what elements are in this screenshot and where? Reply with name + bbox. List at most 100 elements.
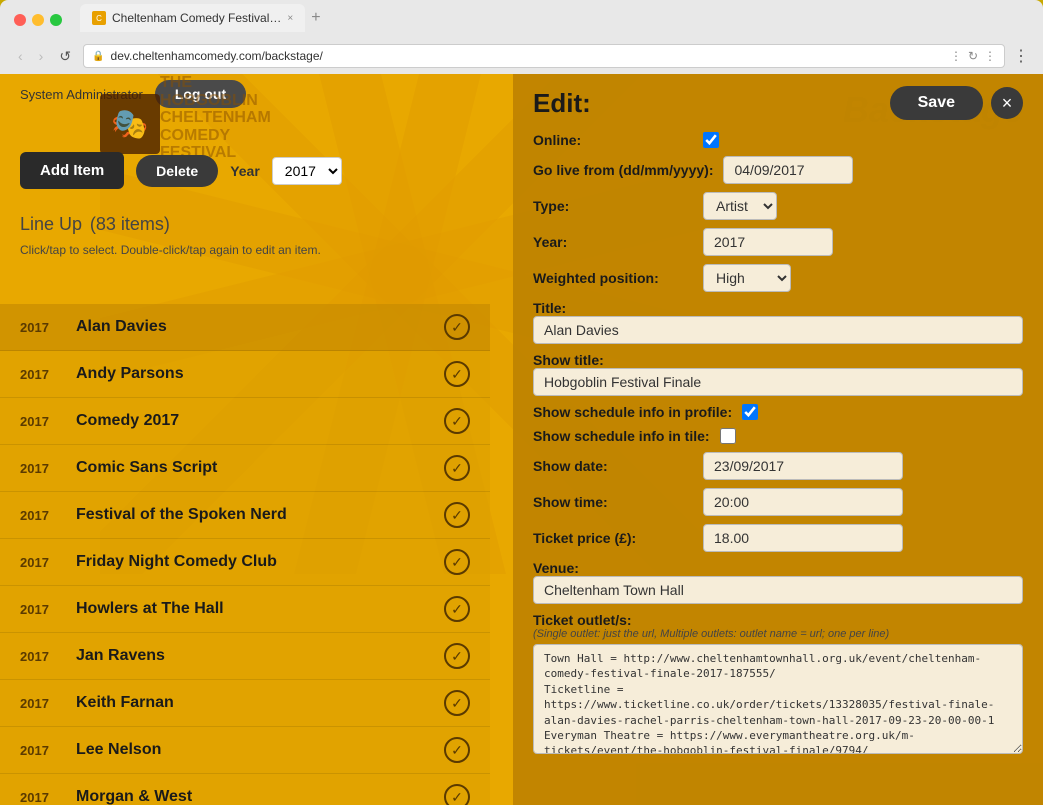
tab-title: Cheltenham Comedy Festival… — [112, 11, 281, 25]
save-button[interactable]: Save — [890, 86, 983, 120]
lineup-heading: Line Up (83 items) — [20, 205, 470, 237]
list-item[interactable]: 2017Comedy 2017✓ — [0, 398, 490, 445]
item-name: Alan Davies — [76, 318, 428, 336]
list-item[interactable]: 2017Jan Ravens✓ — [0, 633, 490, 680]
edit-panel: Edit: Save × Online: Go live from (dd/mm… — [513, 74, 1043, 805]
main-content: System Administrator Log out Backstage T… — [0, 74, 1043, 805]
left-panel: THE HOBGOBLIN CHELTENHAM COMEDY FESTIVAL… — [0, 74, 490, 805]
online-checkbox[interactable] — [703, 132, 719, 148]
refresh-button[interactable]: ↺ — [55, 46, 75, 67]
show-time-input[interactable] — [703, 488, 903, 516]
list-item[interactable]: 2017Morgan & West✓ — [0, 774, 490, 805]
item-checkmark: ✓ — [444, 737, 470, 763]
back-button[interactable]: ‹ — [14, 46, 27, 66]
list-item[interactable]: 2017 Keith Farnan ✓ — [0, 680, 490, 727]
item-checkmark: ✓ — [444, 549, 470, 575]
toolbar: Add Item Delete Year 2017 2016 2015 — [0, 144, 490, 197]
item-name: Andy Parsons — [76, 365, 428, 383]
item-checkmark: ✓ — [444, 361, 470, 387]
title-input[interactable] — [533, 316, 1023, 344]
schedule-tile-checkbox[interactable] — [720, 428, 736, 444]
list-item[interactable]: 2017Howlers at The Hall✓ — [0, 586, 490, 633]
list-item[interactable]: 2017 Andy Parsons ✓ — [0, 351, 490, 398]
tab-close-btn[interactable]: × — [287, 13, 293, 24]
go-live-input[interactable] — [723, 156, 853, 184]
ticket-outlet-row: Ticket outlet/s: (Single outlet: just th… — [533, 612, 1023, 759]
list-item[interactable]: 2017 Comic Sans Script ✓ — [0, 445, 490, 492]
list-item[interactable]: 2017Festival of the Spoken Nerd✓ — [0, 492, 490, 539]
tab-favicon: C — [92, 11, 106, 25]
item-name: Jan Ravens — [76, 647, 428, 665]
browser-chrome: C Cheltenham Comedy Festival… × + ‹ › ↺ … — [0, 0, 1043, 74]
schedule-tile-row: Show schedule info in tile: — [533, 428, 1023, 444]
item-name: Festival of the Spoken Nerd — [76, 506, 428, 524]
item-checkmark: ✓ — [444, 455, 470, 481]
year-select[interactable]: 2017 2016 2015 — [272, 157, 342, 185]
ticket-outlet-textarea[interactable]: Town Hall = http://www.cheltenhamtownhal… — [533, 644, 1023, 754]
item-year: 2017 — [20, 555, 60, 570]
online-row: Online: — [533, 132, 1023, 148]
list-container[interactable]: 2017 Alan Davies ✓ 2017 Andy Parsons ✓ 2017 Com… — [0, 304, 490, 805]
add-item-button[interactable]: Add Item — [20, 152, 124, 189]
tab-bar: C Cheltenham Comedy Festival… × + — [80, 4, 327, 32]
item-year: 2017 — [20, 696, 60, 711]
traffic-lights — [14, 14, 62, 26]
year-input[interactable] — [703, 228, 833, 256]
address-bar[interactable]: 🔒 dev.cheltenhamcomedy.com/backstage/ ⋮ … — [83, 44, 1005, 68]
list-item[interactable]: 2017Friday Night Comedy Club✓ — [0, 539, 490, 586]
item-checkmark: ✓ — [444, 596, 470, 622]
show-date-row: Show date: — [533, 452, 1023, 480]
venue-row: Venue: — [533, 560, 1023, 604]
item-year: 2017 — [20, 461, 60, 476]
item-name: Morgan & West — [76, 788, 428, 805]
title-label: Title: — [533, 300, 1023, 316]
minimize-traffic-light[interactable] — [32, 14, 44, 26]
menu-icon[interactable]: ⋮ — [984, 49, 996, 63]
item-year: 2017 — [20, 367, 60, 382]
type-row: Type: Artist Show Event — [533, 192, 1023, 220]
ticket-price-label: Ticket price (£): — [533, 530, 693, 546]
show-title-label: Show title: — [533, 352, 1023, 368]
new-tab-button[interactable]: + — [305, 9, 326, 27]
item-name: Comic Sans Script — [76, 459, 428, 477]
delete-button[interactable]: Delete — [136, 155, 218, 187]
schedule-profile-checkbox[interactable] — [742, 404, 758, 420]
item-name: Howlers at The Hall — [76, 600, 428, 618]
lineup-hint: Click/tap to select. Double-click/tap ag… — [0, 241, 490, 265]
venue-label: Venue: — [533, 560, 1023, 576]
browser-menu-button[interactable]: ⋮ — [1013, 46, 1029, 66]
edit-header: Edit: Save × — [533, 86, 1023, 120]
item-checkmark: ✓ — [444, 690, 470, 716]
weighted-position-select[interactable]: High Medium Low — [703, 264, 791, 292]
item-checkmark: ✓ — [444, 314, 470, 340]
go-live-row: Go live from (dd/mm/yyyy): — [533, 156, 1023, 184]
address-icons: ⋮ ↻ ⋮ — [950, 49, 996, 63]
active-tab[interactable]: C Cheltenham Comedy Festival… × — [80, 4, 305, 32]
close-button[interactable]: × — [991, 87, 1023, 119]
refresh-icon[interactable]: ↻ — [968, 49, 978, 63]
ticket-price-input[interactable] — [703, 524, 903, 552]
item-name: Comedy 2017 — [76, 412, 428, 430]
item-name: Lee Nelson — [76, 741, 428, 759]
bookmark-icon[interactable]: ⋮ — [950, 49, 962, 63]
lock-icon: 🔒 — [92, 51, 104, 62]
venue-input[interactable] — [533, 576, 1023, 604]
weighted-position-row: Weighted position: High Medium Low — [533, 264, 1023, 292]
show-date-input[interactable] — [703, 452, 903, 480]
item-checkmark: ✓ — [444, 502, 470, 528]
year-label: Year — [230, 163, 260, 179]
weighted-position-label: Weighted position: — [533, 270, 693, 286]
list-item[interactable]: 2017Alan Davies✓ — [0, 304, 490, 351]
item-year: 2017 — [20, 414, 60, 429]
type-select[interactable]: Artist Show Event — [703, 192, 777, 220]
fullscreen-traffic-light[interactable] — [50, 14, 62, 26]
ticket-hint: (Single outlet: just the url, Multiple o… — [533, 628, 1023, 640]
close-traffic-light[interactable] — [14, 14, 26, 26]
edit-title: Edit: — [533, 88, 591, 119]
forward-button[interactable]: › — [35, 46, 48, 66]
list-item[interactable]: 2017Lee Nelson✓ — [0, 727, 490, 774]
item-checkmark: ✓ — [444, 784, 470, 805]
show-title-input[interactable] — [533, 368, 1023, 396]
year-edit-label: Year: — [533, 234, 693, 250]
item-name: Keith Farnan — [76, 694, 428, 712]
